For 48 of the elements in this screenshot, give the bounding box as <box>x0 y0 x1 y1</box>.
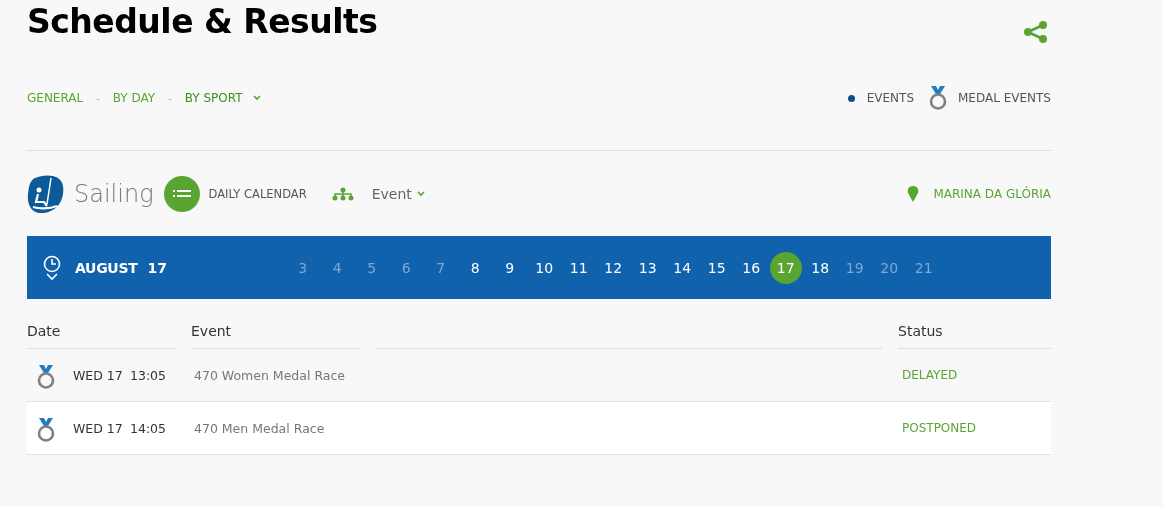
time-cell-text: 14:05 <box>130 420 168 436</box>
day-button[interactable]: 15 <box>699 251 734 284</box>
day-button[interactable]: 14 <box>664 251 700 284</box>
view-tab[interactable]: GENERAL <box>27 91 84 105</box>
list-icon <box>172 188 191 199</box>
event-cell-text: 470 Women Medal Race <box>194 367 347 383</box>
day-button[interactable]: 12 <box>595 251 631 284</box>
event-dropdown[interactable]: Event <box>371 185 425 202</box>
legend-label: MEDAL EVENTS <box>958 91 1051 105</box>
view-tab[interactable]: BY SPORT <box>184 91 243 105</box>
chevron-down-icon[interactable] <box>252 95 261 101</box>
view-tab[interactable]: BY DAY <box>112 91 156 105</box>
day-button[interactable]: 11 <box>561 251 596 284</box>
current-day: 17 <box>147 259 228 276</box>
date-cell-text: WED 17 <box>73 367 124 383</box>
month-label: AUGUST <box>75 259 138 276</box>
page-title: Schedule & Results <box>27 1 378 43</box>
hierarchy-icon <box>331 186 354 201</box>
event-cell-text: 470 Men Medal Race <box>194 420 326 436</box>
day-button[interactable]: 8 <box>457 251 493 284</box>
event-dot-icon <box>847 94 855 102</box>
day-button[interactable]: 10 <box>526 251 562 284</box>
venue-link[interactable]: MARINA DA GLÓRIA <box>933 186 1051 201</box>
daily-calendar-button[interactable]: DAILY CALENDAR <box>163 175 307 212</box>
sailing-pictogram-icon <box>27 173 65 214</box>
medal-icon <box>36 417 56 443</box>
status-cell-text: DELAYED <box>902 368 959 382</box>
medal-icon <box>36 364 56 390</box>
sport-name: Sailing <box>74 179 154 208</box>
day-button[interactable]: 16 <box>733 251 769 284</box>
column-header: Status <box>898 321 1051 349</box>
date-cell-text: WED 17 <box>73 420 124 436</box>
day-button[interactable]: 17 <box>769 251 802 284</box>
day-button[interactable]: 18 <box>802 251 838 284</box>
medal-icon <box>928 85 948 111</box>
separator-dash: - <box>168 92 172 104</box>
chevron-down-icon <box>416 190 425 197</box>
status-cell-text: POSTPONED <box>902 421 978 435</box>
time-cell-text: 13:05 <box>130 367 168 383</box>
column-header: Date <box>27 321 175 349</box>
separator-dash: - <box>96 92 100 104</box>
day-button[interactable]: 13 <box>630 251 665 284</box>
legend-label: EVENTS <box>866 91 914 105</box>
clock-icon <box>43 254 61 273</box>
share-icon[interactable] <box>1023 20 1049 44</box>
column-header: Event <box>191 321 359 349</box>
day-button[interactable]: 9 <box>492 251 527 284</box>
location-pin-icon <box>907 185 920 202</box>
